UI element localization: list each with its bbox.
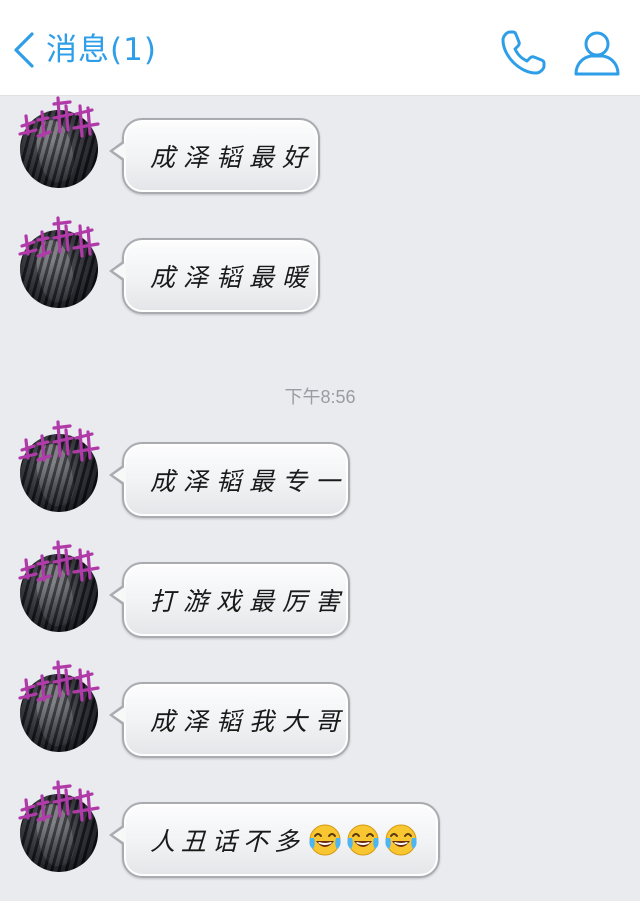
message-timestamp: 下午8:56 (284, 387, 356, 407)
message-row: 成泽韬我大哥 (0, 660, 640, 758)
phone-button[interactable] (496, 26, 552, 80)
avatar-watermark (18, 780, 100, 822)
chevron-left-icon (14, 32, 34, 68)
message-row: 成泽韬最专一 (0, 420, 640, 518)
contact-button[interactable] (569, 26, 625, 80)
avatar-watermark (18, 216, 100, 258)
contact-icon (574, 31, 620, 76)
face-with-tears-of-joy-icon (307, 822, 343, 858)
message-bubble[interactable]: 打游戏最厉害 (109, 562, 350, 638)
message-text: 成泽韬最暖 (150, 263, 316, 292)
avatar-watermark (18, 540, 100, 582)
message-bubble[interactable]: 成泽韬最专一 (109, 442, 350, 518)
back-button[interactable]: 消息(1) (8, 26, 157, 74)
message-bubble[interactable]: 成泽韬最好 (109, 118, 320, 194)
phone-icon (501, 30, 546, 75)
message-bubble[interactable]: 成泽韬我大哥 (109, 682, 350, 758)
face-with-tears-of-joy-icon (345, 822, 381, 858)
message-text: 成泽韬最专一 (150, 467, 349, 496)
message-row: 成泽韬最好 (0, 96, 640, 194)
avatar[interactable] (14, 780, 106, 872)
message-row: 人丑话不多 (0, 780, 640, 878)
avatar[interactable] (14, 216, 106, 308)
avatar[interactable] (14, 96, 106, 188)
message-row: 成泽韬最暖 (0, 216, 640, 314)
avatar[interactable] (14, 420, 106, 512)
avatar-watermark (18, 660, 100, 702)
back-label: 消息(1) (46, 32, 157, 68)
avatar-watermark (18, 420, 100, 462)
face-with-tears-of-joy-icon (383, 822, 419, 858)
avatar[interactable] (14, 540, 106, 632)
message-text: 人丑话不多 (150, 827, 306, 856)
avatar[interactable] (14, 660, 106, 752)
avatar-watermark (18, 96, 100, 138)
message-text: 打游戏最厉害 (150, 587, 349, 616)
nav-bar: 消息(1) (0, 0, 640, 96)
message-text: 成泽韬我大哥 (150, 707, 349, 736)
chat-area[interactable]: 成泽韬最好 成泽韬最暖 下午8:56 成泽韬最专一 打游戏最厉害 成泽韬我大哥 … (0, 96, 640, 901)
message-text: 成泽韬最好 (150, 143, 316, 172)
message-row: 打游戏最厉害 (0, 540, 640, 638)
message-bubble[interactable]: 人丑话不多 (109, 802, 440, 878)
message-bubble[interactable]: 成泽韬最暖 (109, 238, 320, 314)
